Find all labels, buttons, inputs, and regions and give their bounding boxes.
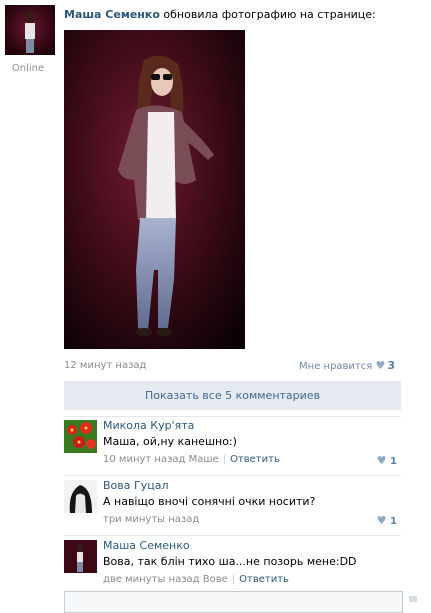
comment-text: Маша, ой,ну канешно:) (103, 435, 237, 448)
heart-icon: ♥ (376, 454, 387, 467)
comment-like-button[interactable]: ♥ 1 (377, 454, 397, 467)
comment-text: А навіщо вночі сонячні очки носити? (103, 495, 316, 508)
comment-like-count: 1 (390, 516, 397, 527)
comment-author-link[interactable]: Вова Гуцал (103, 479, 168, 492)
reply-link[interactable]: Ответить (230, 454, 280, 465)
post-timestamp[interactable]: 12 минут назад (64, 360, 146, 371)
post-action-text: обновила фотографию на странице: (163, 8, 376, 21)
comment-avatar[interactable] (64, 540, 97, 573)
comment-meta: три минуты назад (103, 514, 199, 525)
show-all-comments-button[interactable]: Показать все 5 комментариев (64, 381, 401, 410)
scrollbar[interactable] (409, 596, 417, 602)
like-label: Мне нравится (299, 361, 373, 372)
author-name-link[interactable]: Маша Семенко (64, 8, 160, 21)
comment-avatar[interactable] (64, 480, 97, 513)
comment-like-count: 1 (390, 456, 397, 467)
comment-reply-to[interactable]: Маше (189, 454, 219, 465)
online-status: Online (11, 63, 45, 74)
post-like-button[interactable]: Мне нравится ♥ 3 (299, 359, 395, 372)
heart-icon: ♥ (376, 514, 387, 527)
comment-meta: 10 минут назад Маше | Ответить (103, 454, 280, 465)
reply-link[interactable]: Ответить (239, 574, 289, 585)
post-header: Маша Семенко обновила фотографию на стра… (64, 8, 376, 21)
comment-author-link[interactable]: Маша Семенко (103, 539, 190, 552)
comment-timestamp[interactable]: две минуты назад (103, 574, 200, 585)
comment-text: Вова, так блін тихо ша...не позорь мене:… (103, 555, 357, 568)
post-photo[interactable] (64, 30, 245, 349)
like-count: 3 (387, 359, 395, 372)
comment-reply-to[interactable]: Вове (203, 574, 228, 585)
heart-icon: ♥ (375, 359, 386, 372)
author-avatar[interactable] (5, 5, 55, 55)
comment-meta: две минуты назад Вове | Ответить (103, 574, 289, 585)
comment-timestamp[interactable]: 10 минут назад (103, 454, 185, 465)
comment-divider (64, 475, 401, 476)
comment-like-button[interactable]: ♥ 1 (377, 514, 397, 527)
comment-avatar[interactable] (64, 420, 97, 453)
comment-reply-input[interactable] (64, 591, 403, 613)
comment-divider (64, 535, 401, 536)
comment-author-link[interactable]: Микола Кур'ята (103, 419, 194, 432)
comment-divider (64, 416, 401, 417)
comment-timestamp[interactable]: три минуты назад (103, 514, 199, 525)
